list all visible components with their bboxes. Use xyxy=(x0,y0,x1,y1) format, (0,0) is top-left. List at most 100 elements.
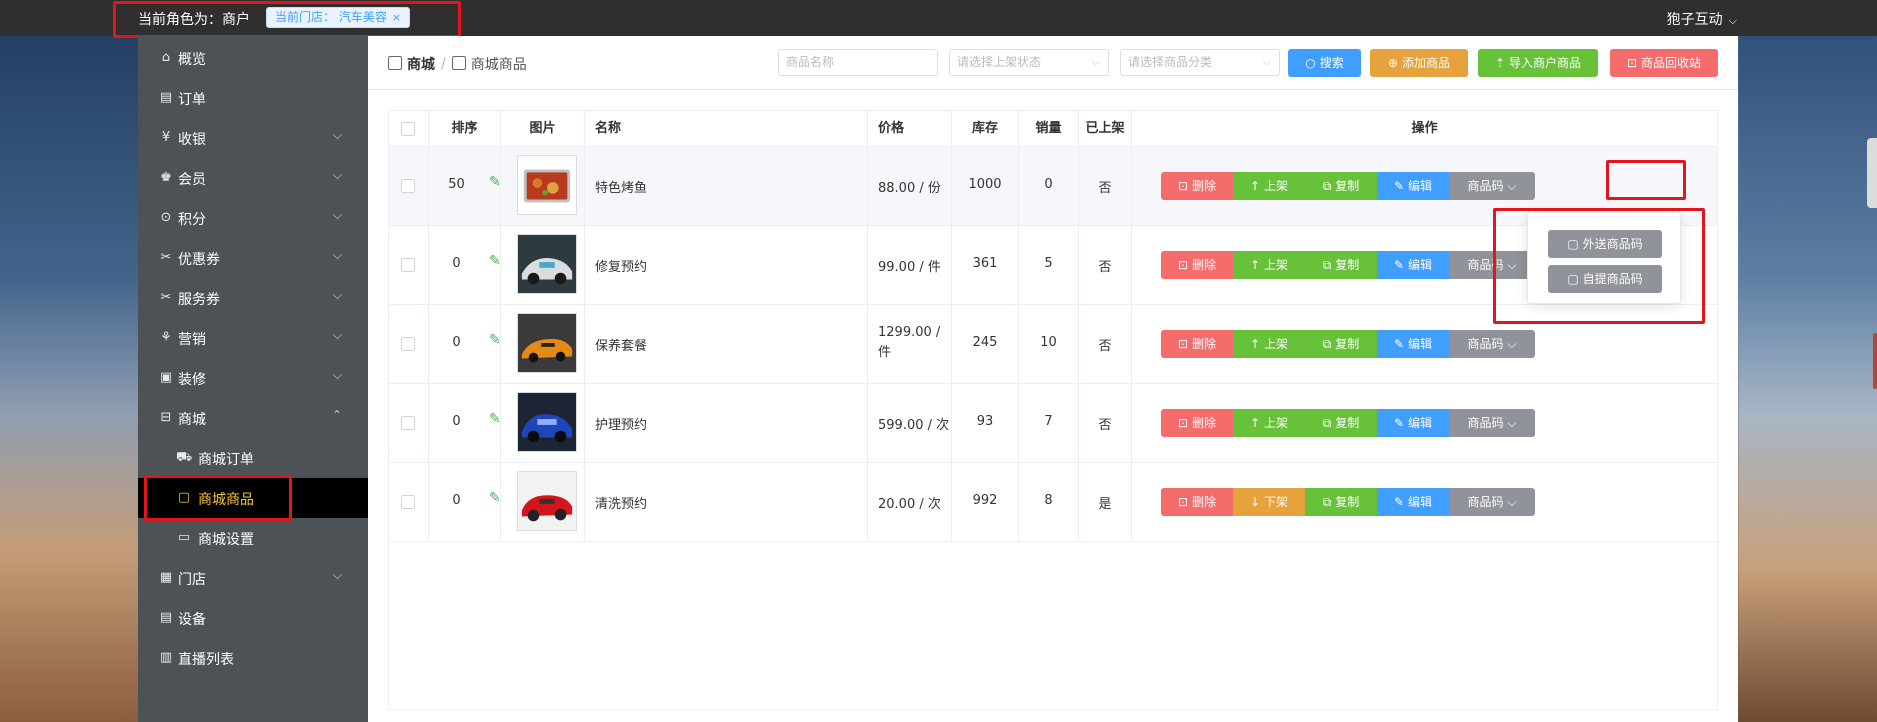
sidebar-item-orders[interactable]: ▤ 订单 xyxy=(138,78,368,118)
copy-button[interactable]: ⧉ 复制 xyxy=(1305,172,1377,200)
sidebar-item-cashier[interactable]: ¥ 收银 ⌵ xyxy=(138,118,368,158)
header-stock: 库存 xyxy=(952,111,1019,147)
delete-button[interactable]: ⊡ 删除 xyxy=(1161,172,1233,200)
mall-icon: ⊟ xyxy=(160,410,172,425)
shelf-toggle-button[interactable]: ↑ 上架 xyxy=(1233,172,1305,200)
side-tab[interactable] xyxy=(1867,138,1877,208)
select-all-checkbox[interactable] xyxy=(401,122,415,136)
upload-icon: ⇡ xyxy=(1494,56,1506,70)
copy-button[interactable]: ⧉ 复制 xyxy=(1305,330,1377,358)
name-cell: 特色烤鱼 xyxy=(585,147,868,226)
sidebar-item-decor[interactable]: ▣ 装修 ⌵ xyxy=(138,358,368,398)
background-right xyxy=(1739,36,1877,722)
copy-button[interactable]: ⧉ 复制 xyxy=(1305,409,1377,437)
product-thumbnail[interactable] xyxy=(517,234,577,294)
copy-icon: ⧉ xyxy=(1322,179,1332,193)
sidebar-item-marketing[interactable]: ⚘ 营销 ⌵ xyxy=(138,318,368,358)
row-checkbox[interactable] xyxy=(401,337,415,351)
name-search-input[interactable]: 商品名称 xyxy=(778,49,938,76)
goods-code-label: 商品码 xyxy=(1467,495,1504,509)
stock-cell: 93 xyxy=(952,384,1019,463)
sidebar-item-mall[interactable]: ⊟ 商城 ⌃ xyxy=(138,398,368,438)
main-panel: 商城 / 商城商品 商品名称 请选择上架状态 ⌵ 请选择商品分类 ⌵ ○ 搜索 ⊕ 添加商品… xyxy=(368,36,1738,722)
image-cell xyxy=(501,384,585,463)
sort-value: 0 xyxy=(452,256,461,271)
arrow-up-icon: ↑ xyxy=(1249,258,1261,272)
trash-icon: ⊡ xyxy=(1177,416,1189,430)
edit-button[interactable]: ✎ 编辑 xyxy=(1377,172,1449,200)
row-checkbox[interactable] xyxy=(401,495,415,509)
goods-price: 1299.00 / 件 xyxy=(878,325,941,360)
breadcrumb-root[interactable]: 商城 xyxy=(407,54,435,74)
search-button[interactable]: ○ 搜索 xyxy=(1288,49,1361,77)
category-select[interactable]: 请选择商品分类 ⌵ xyxy=(1120,49,1280,76)
recycle-bin-button[interactable]: ⊡ 商品回收站 xyxy=(1610,49,1718,77)
product-thumbnail[interactable] xyxy=(517,471,577,531)
pencil-icon[interactable]: ✎ xyxy=(489,253,501,269)
goods-on-shelf: 否 xyxy=(1098,260,1112,275)
recycle-bin-label: 商品回收站 xyxy=(1641,56,1702,70)
edit-button[interactable]: ✎ 编辑 xyxy=(1377,330,1449,358)
sidebar-item-points[interactable]: ⊙ 积分 ⌵ xyxy=(138,198,368,238)
shelf-toggle-label: 上架 xyxy=(1264,416,1289,430)
pencil-icon[interactable]: ✎ xyxy=(489,174,501,190)
copy-button[interactable]: ⧉ 复制 xyxy=(1305,251,1377,279)
header-name: 名称 xyxy=(585,111,868,147)
shelf-toggle-button[interactable]: ↑ 上架 xyxy=(1233,251,1305,279)
delete-button[interactable]: ⊡ 删除 xyxy=(1161,330,1233,358)
chevron-down-icon: ⌵ xyxy=(1507,416,1517,430)
name-cell: 护理预约 xyxy=(585,384,868,463)
product-thumbnail[interactable] xyxy=(517,155,577,215)
row-checkbox[interactable] xyxy=(401,416,415,430)
checkbox-cell xyxy=(389,463,429,542)
sidebar-item-live[interactable]: ▥ 直播列表 xyxy=(138,638,368,678)
import-goods-button[interactable]: ⇡ 导入商户商品 xyxy=(1478,49,1598,77)
add-goods-button[interactable]: ⊕ 添加商品 xyxy=(1370,49,1468,77)
sidebar-item-overview[interactable]: ⌂ 概览 xyxy=(138,38,368,78)
goods-name: 保养套餐 xyxy=(595,339,648,354)
sidebar-item-label: 商城设置 xyxy=(198,532,254,548)
goods-code-dropdown[interactable]: 商品码 ⌵ xyxy=(1449,488,1535,516)
pencil-icon[interactable]: ✎ xyxy=(489,332,501,348)
sidebar-item-mall-settings[interactable]: ▭ 商城设置 xyxy=(138,518,368,558)
user-name: 狍子互动 xyxy=(1666,12,1723,28)
goods-code-dropdown[interactable]: 商品码 ⌵ xyxy=(1449,330,1535,358)
row-checkbox[interactable] xyxy=(401,258,415,272)
status-select[interactable]: 请选择上架状态 ⌵ xyxy=(949,49,1109,76)
user-menu[interactable]: 狍子互动 ⌵ xyxy=(1667,9,1737,29)
shelf-toggle-button[interactable]: ↑ 上架 xyxy=(1233,330,1305,358)
sidebar-item-members[interactable]: ♚ 会员 ⌵ xyxy=(138,158,368,198)
copy-label: 复制 xyxy=(1335,337,1360,351)
sidebar-item-stores[interactable]: ▦ 门店 ⌵ xyxy=(138,558,368,598)
product-thumbnail[interactable] xyxy=(517,313,577,373)
pencil-icon[interactable]: ✎ xyxy=(489,490,501,506)
pencil-icon[interactable]: ✎ xyxy=(489,411,501,427)
chevron-down-icon: ⌵ xyxy=(1507,179,1517,193)
price-cell: 1299.00 / 件 xyxy=(868,305,952,384)
goods-code-dropdown[interactable]: 商品码 ⌵ xyxy=(1449,409,1535,437)
product-thumbnail[interactable] xyxy=(517,392,577,452)
shelf-toggle-button[interactable]: ↑ 上架 xyxy=(1233,409,1305,437)
image-cell xyxy=(501,305,585,384)
sidebar-item-devices[interactable]: ▤ 设备 xyxy=(138,598,368,638)
goods-name: 特色烤鱼 xyxy=(595,181,648,196)
sidebar-item-mall-orders[interactable]: ⛟ 商城订单 xyxy=(138,438,368,478)
delete-button[interactable]: ⊡ 删除 xyxy=(1161,251,1233,279)
sort-value: 0 xyxy=(452,493,461,508)
goods-code-dropdown[interactable]: 商品码 ⌵ xyxy=(1449,172,1535,200)
row-checkbox[interactable] xyxy=(401,179,415,193)
edit-button[interactable]: ✎ 编辑 xyxy=(1377,409,1449,437)
delete-button[interactable]: ⊡ 删除 xyxy=(1161,488,1233,516)
image-cell xyxy=(501,463,585,542)
copy-button[interactable]: ⧉ 复制 xyxy=(1305,488,1377,516)
arrow-up-icon: ↑ xyxy=(1249,416,1261,430)
edit-button[interactable]: ✎ 编辑 xyxy=(1377,488,1449,516)
sort-value: 0 xyxy=(452,414,461,429)
sidebar-item-service-tickets[interactable]: ✂ 服务券 ⌵ xyxy=(138,278,368,318)
sidebar-item-coupons[interactable]: ✂ 优惠券 ⌵ xyxy=(138,238,368,278)
cart-icon: ⛟ xyxy=(176,450,193,465)
coupon-icon: ✂ xyxy=(160,250,172,265)
edit-button[interactable]: ✎ 编辑 xyxy=(1377,251,1449,279)
shelf-toggle-button[interactable]: ↓ 下架 xyxy=(1233,488,1305,516)
delete-button[interactable]: ⊡ 删除 xyxy=(1161,409,1233,437)
